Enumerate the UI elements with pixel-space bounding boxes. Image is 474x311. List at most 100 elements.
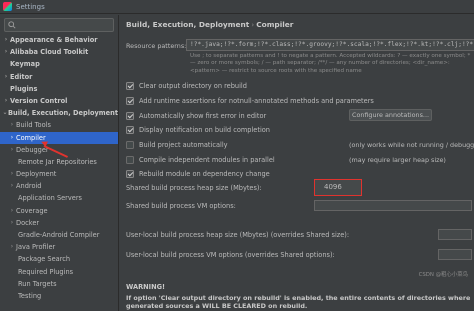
sidebar-item[interactable]: › Coverage — [0, 205, 118, 217]
checkbox-runtime-assertions[interactable] — [126, 96, 134, 105]
resource-patterns-label: Resource patterns: — [126, 42, 187, 50]
vm-options-label: Shared build process VM options: — [126, 202, 236, 210]
sidebar-item-label: Alibaba Cloud Toolkit — [10, 48, 89, 57]
sidebar-item[interactable]: › Android — [0, 180, 118, 192]
user-vm-options-label: User-local build process VM options (ove… — [126, 251, 335, 259]
heap-size-input[interactable]: 4096 — [314, 179, 362, 196]
sidebar-item-label: Gradle-Android Compiler — [18, 231, 100, 239]
settings-search-input[interactable] — [4, 18, 114, 32]
sidebar-item-label: Coverage — [16, 206, 48, 215]
settings-sidebar: › Appearance & Behavior › Alibaba Cloud Too… — [0, 15, 119, 311]
option-label: Automatically show first error in editor — [139, 111, 267, 120]
option-rebuild-on-dependency[interactable]: Rebuild module on dependency change — [126, 168, 270, 179]
vm-options-input[interactable] — [314, 200, 472, 211]
chevron-right-icon[interactable]: › — [8, 180, 16, 192]
option-label: Build project automatically — [139, 140, 228, 149]
checkbox-clear-output[interactable] — [126, 81, 134, 90]
compiler-settings-panel: Build, Execution, Deployment › Compiler Re… — [120, 15, 474, 311]
chevron-right-icon[interactable]: › — [8, 205, 16, 217]
user-heap-size-label: User-local build process heap size (Mbyt… — [126, 231, 350, 239]
sidebar-item-label: Remote Jar Repositories — [18, 157, 97, 166]
chevron-right-icon[interactable]: › — [2, 34, 10, 46]
option-runtime-assertions[interactable]: Add runtime assertions for notnull-annot… — [126, 95, 374, 106]
chevron-right-icon[interactable]: › — [8, 168, 16, 180]
sidebar-item[interactable]: › Docker — [0, 217, 118, 229]
chevron-right-icon[interactable]: › — [8, 144, 16, 156]
warning-title: WARNING! — [126, 283, 166, 291]
resource-patterns-input[interactable]: !?*.java;!?*.form;!?*.class;!?*.groovy;!… — [186, 39, 474, 51]
user-heap-size-input[interactable] — [438, 229, 472, 240]
chevron-right-icon[interactable]: › — [8, 241, 16, 253]
checkbox-parallel[interactable] — [126, 155, 134, 164]
checkbox-rebuild-on-dependency[interactable] — [126, 169, 134, 178]
resource-patterns-hint: Use ; to separate patterns and ! to nega… — [190, 53, 471, 74]
sidebar-item[interactable]: Testing — [0, 290, 118, 302]
sidebar-item-label: Version Control — [10, 96, 68, 105]
option-clear-output[interactable]: Clear output directory on rebuild — [126, 80, 247, 91]
option-label: Rebuild module on dependency change — [139, 169, 270, 178]
chevron-right-icon[interactable]: › — [8, 217, 16, 229]
sidebar-item-label: Required Plugins — [18, 267, 74, 276]
sidebar-item[interactable]: Plugins — [0, 83, 118, 95]
sidebar-item[interactable]: ⌄ Build, Execution, Deployment — [0, 107, 118, 119]
sidebar-item-label: Run Targets — [18, 279, 57, 288]
chevron-right-icon[interactable]: › — [2, 71, 10, 83]
sidebar-item-label: Keymap — [10, 60, 40, 69]
checkbox-build-auto[interactable] — [126, 140, 134, 149]
option-label: Clear output directory on rebuild — [139, 81, 247, 90]
sidebar-item[interactable]: › Alibaba Cloud Toolkit — [0, 46, 118, 58]
sidebar-item[interactable]: › Java Profiler — [0, 241, 118, 253]
sidebar-item-label: Appearance & Behavior — [10, 36, 98, 44]
sidebar-item[interactable]: › Build Tools — [0, 119, 118, 131]
sidebar-item[interactable]: Remote Jar Repositories — [0, 156, 118, 168]
sidebar-item-label: Build Tools — [16, 121, 51, 130]
option-notification[interactable]: Display notification on build completion — [126, 124, 270, 135]
option-label: Display notification on build completion — [139, 125, 270, 134]
parallel-note: (may require larger heap size) — [349, 156, 446, 164]
sidebar-item[interactable]: › Version Control — [0, 95, 118, 107]
sidebar-item-label: Plugins — [10, 84, 38, 93]
build-auto-note: (only works while not running / debuggin… — [349, 141, 474, 149]
chevron-right-icon[interactable]: › — [8, 132, 16, 144]
sidebar-item[interactable]: › Appearance & Behavior — [0, 34, 118, 46]
chevron-right-icon[interactable]: › — [2, 46, 10, 58]
sidebar-item-label: Package Search — [18, 255, 71, 264]
settings-tree: › Appearance & Behavior › Alibaba Cloud Too… — [0, 34, 118, 302]
sidebar-item[interactable]: › Deployment — [0, 168, 118, 180]
sidebar-item[interactable]: Run Targets — [0, 278, 118, 290]
sidebar-item-label: Docker — [16, 218, 40, 227]
sidebar-item[interactable]: › Editor — [0, 71, 118, 83]
chevron-right-icon[interactable]: › — [8, 119, 16, 131]
sidebar-item[interactable]: Gradle-Android Compiler — [0, 229, 118, 241]
warning-text: If option 'Clear output directory on reb… — [126, 294, 471, 310]
option-parallel[interactable]: Compile independent modules in parallel — [126, 154, 275, 165]
heap-size-label: Shared build process heap size (Mbytes): — [126, 184, 262, 192]
sidebar-item[interactable]: › Compiler — [0, 131, 118, 144]
sidebar-item-label: Deployment — [16, 170, 57, 179]
chevron-right-icon[interactable]: › — [2, 95, 10, 107]
configure-annotations-button[interactable]: Configure annotations... — [349, 109, 432, 121]
breadcrumb: Build, Execution, Deployment › Compiler — [126, 20, 293, 29]
user-vm-options-input[interactable] — [438, 249, 472, 260]
checkbox-notification[interactable] — [126, 125, 134, 134]
sidebar-item-label: Java Profiler — [16, 243, 56, 252]
sidebar-item[interactable]: Application Servers — [0, 192, 118, 204]
option-show-first-error[interactable]: Automatically show first error in editor — [126, 110, 266, 121]
sidebar-item[interactable]: Keymap — [0, 58, 118, 70]
breadcrumb-parent[interactable]: Build, Execution, Deployment — [126, 20, 249, 29]
sidebar-item-label: Testing — [18, 291, 42, 300]
title-bar: Settings — [0, 0, 474, 14]
option-build-auto[interactable]: Build project automatically — [126, 139, 228, 150]
breadcrumb-separator: › — [251, 20, 255, 29]
breadcrumb-current: Compiler — [256, 20, 294, 29]
watermark: CSDN @粗心小菜鸟 — [418, 272, 468, 278]
checkbox-show-first-error[interactable] — [126, 111, 134, 120]
sidebar-item[interactable]: Required Plugins — [0, 266, 118, 278]
intellij-app-icon — [3, 2, 12, 11]
sidebar-item-label: Editor — [10, 72, 33, 81]
sidebar-item[interactable]: Package Search — [0, 253, 118, 265]
sidebar-item-label: Android — [16, 182, 42, 191]
option-label: Add runtime assertions for notnull-annot… — [139, 96, 374, 105]
search-icon — [8, 21, 16, 29]
sidebar-item-label: Application Servers — [18, 194, 82, 203]
